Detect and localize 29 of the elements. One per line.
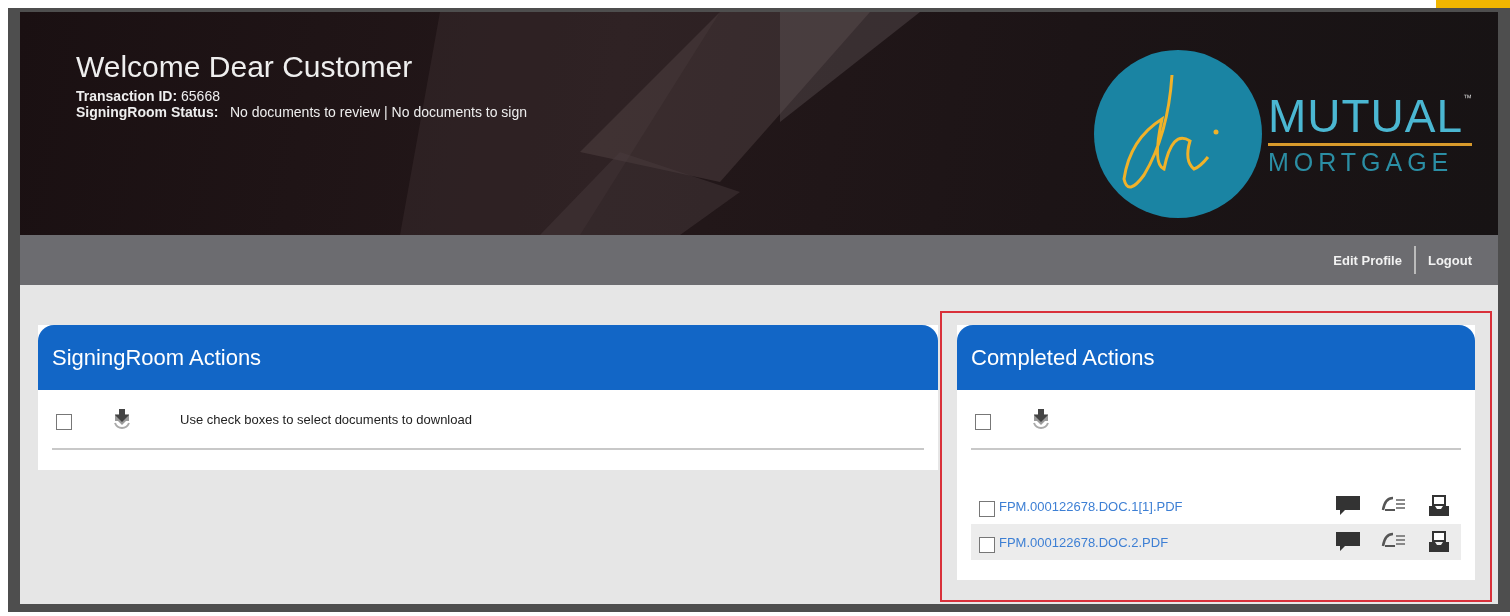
checkbox[interactable] xyxy=(979,501,995,517)
status-separator: | xyxy=(384,104,388,120)
panel-title: Completed Actions xyxy=(957,325,1475,390)
file-link[interactable]: FPM.000122678.DOC.1[1].PDF xyxy=(999,498,1335,514)
tray-icon[interactable] xyxy=(1427,530,1451,554)
nav-link[interactable]: Logout xyxy=(1415,252,1484,268)
trademark-sign: ™ xyxy=(1463,92,1472,103)
status-sign: No documents to sign xyxy=(391,104,527,120)
logo-icon xyxy=(1093,50,1262,218)
tray-icon[interactable] xyxy=(1427,494,1451,518)
download-icon[interactable] xyxy=(1031,408,1051,430)
hint-text: Use check boxes to select documents to download xyxy=(180,411,472,427)
transaction-id: 65668 xyxy=(181,88,220,104)
checkbox[interactable] xyxy=(979,537,995,553)
download-icon[interactable] xyxy=(112,408,132,430)
comment-icon[interactable] xyxy=(1335,494,1361,516)
status-review: No documents to review xyxy=(230,104,381,120)
comment-icon[interactable] xyxy=(1335,530,1361,552)
signature-icon[interactable] xyxy=(1381,530,1407,550)
panel-title: SigningRoom Actions xyxy=(38,325,938,390)
signature-icon[interactable] xyxy=(1381,494,1407,514)
checkbox[interactable] xyxy=(975,414,991,430)
logo-word: MUTUAL xyxy=(1267,92,1463,139)
transaction-label: Transaction ID: xyxy=(76,88,178,104)
welcome-title: Welcome Dear Customer xyxy=(76,50,414,84)
checkbox[interactable] xyxy=(56,414,72,430)
status-label: SigningRoom Status: xyxy=(76,104,219,120)
nav-link[interactable]: Edit Profile xyxy=(1321,252,1414,268)
logo-subword: MORTGAGE xyxy=(1267,147,1455,176)
